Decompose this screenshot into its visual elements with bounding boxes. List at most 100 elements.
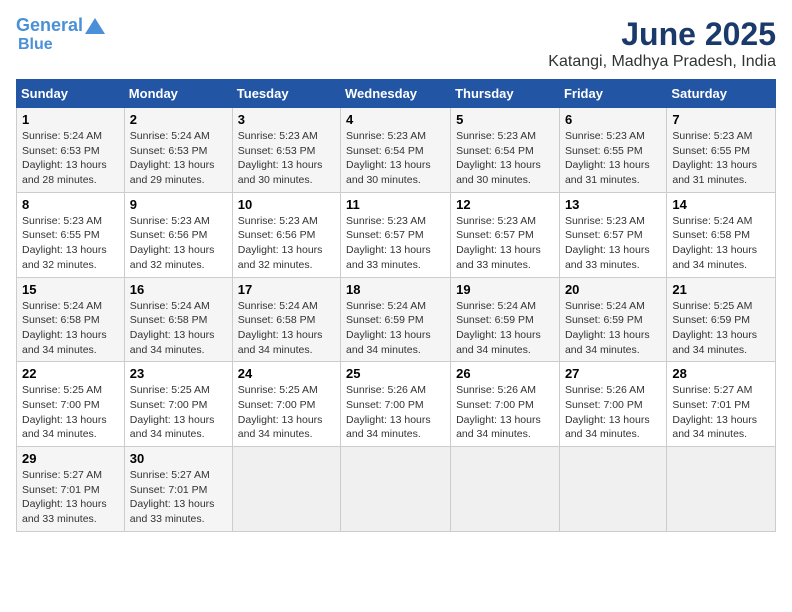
day-info: Sunrise: 5:24 AM Sunset: 6:59 PM Dayligh… xyxy=(565,299,661,358)
day-number: 5 xyxy=(456,112,554,127)
day-info: Sunrise: 5:23 AM Sunset: 6:55 PM Dayligh… xyxy=(565,129,661,188)
day-info: Sunrise: 5:24 AM Sunset: 6:58 PM Dayligh… xyxy=(130,299,227,358)
day-number: 21 xyxy=(672,282,770,297)
day-info: Sunrise: 5:23 AM Sunset: 6:57 PM Dayligh… xyxy=(456,214,554,273)
day-info: Sunrise: 5:25 AM Sunset: 7:00 PM Dayligh… xyxy=(238,383,335,442)
day-number: 18 xyxy=(346,282,445,297)
day-number: 30 xyxy=(130,451,227,466)
header-friday: Friday xyxy=(559,80,666,108)
calendar-cell: 26 Sunrise: 5:26 AM Sunset: 7:00 PM Dayli… xyxy=(451,362,560,447)
day-info: Sunrise: 5:27 AM Sunset: 7:01 PM Dayligh… xyxy=(22,468,119,527)
day-info: Sunrise: 5:26 AM Sunset: 7:00 PM Dayligh… xyxy=(456,383,554,442)
calendar-cell: 14Sunrise: 5:24 AM Sunset: 6:58 PM Dayli… xyxy=(667,192,776,277)
calendar-table: Sunday Monday Tuesday Wednesday Thursday… xyxy=(16,79,776,532)
day-number: 19 xyxy=(456,282,554,297)
calendar-cell: 4 Sunrise: 5:23 AM Sunset: 6:54 PM Daylig… xyxy=(341,108,451,193)
day-number: 15 xyxy=(22,282,119,297)
day-info: Sunrise: 5:25 AM Sunset: 6:59 PM Dayligh… xyxy=(672,299,770,358)
title-area: June 2025 Katangi, Madhya Pradesh, India xyxy=(548,16,776,71)
calendar-cell: 7 Sunrise: 5:23 AM Sunset: 6:55 PM Daylig… xyxy=(667,108,776,193)
calendar-cell: 27 Sunrise: 5:26 AM Sunset: 7:00 PM Dayli… xyxy=(559,362,666,447)
day-number: 14 xyxy=(672,197,770,212)
calendar-week-4: 22 Sunrise: 5:25 AM Sunset: 7:00 PM Dayli… xyxy=(17,362,776,447)
calendar-cell: 15 Sunrise: 5:24 AM Sunset: 6:58 PM Dayli… xyxy=(17,277,125,362)
calendar-week-5: 29 Sunrise: 5:27 AM Sunset: 7:01 PM Dayli… xyxy=(17,447,776,532)
day-number: 1 xyxy=(22,112,119,127)
day-info: Sunrise: 5:23 AM Sunset: 6:56 PM Dayligh… xyxy=(130,214,227,273)
calendar-cell xyxy=(559,447,666,532)
calendar-cell: 25 Sunrise: 5:26 AM Sunset: 7:00 PM Dayli… xyxy=(341,362,451,447)
day-number: 7 xyxy=(672,112,770,127)
day-info: Sunrise: 5:23 AM Sunset: 6:54 PM Dayligh… xyxy=(456,129,554,188)
day-number: 4 xyxy=(346,112,445,127)
day-info: Sunrise: 5:23 AM Sunset: 6:57 PM Dayligh… xyxy=(565,214,661,273)
calendar-cell: 28 Sunrise: 5:27 AM Sunset: 7:01 PM Dayli… xyxy=(667,362,776,447)
calendar-cell xyxy=(451,447,560,532)
calendar-cell: 8 Sunrise: 5:23 AM Sunset: 6:55 PM Daylig… xyxy=(17,192,125,277)
calendar-cell: 11Sunrise: 5:23 AM Sunset: 6:57 PM Dayli… xyxy=(341,192,451,277)
day-info: Sunrise: 5:26 AM Sunset: 7:00 PM Dayligh… xyxy=(565,383,661,442)
day-number: 22 xyxy=(22,366,119,381)
day-info: Sunrise: 5:24 AM Sunset: 6:58 PM Dayligh… xyxy=(22,299,119,358)
calendar-cell: 2 Sunrise: 5:24 AM Sunset: 6:53 PM Daylig… xyxy=(124,108,232,193)
calendar-cell: 12 Sunrise: 5:23 AM Sunset: 6:57 PM Dayli… xyxy=(451,192,560,277)
day-number: 27 xyxy=(565,366,661,381)
header-wednesday: Wednesday xyxy=(341,80,451,108)
day-info: Sunrise: 5:27 AM Sunset: 7:01 PM Dayligh… xyxy=(130,468,227,527)
day-info: Sunrise: 5:25 AM Sunset: 7:00 PM Dayligh… xyxy=(130,383,227,442)
day-number: 12 xyxy=(456,197,554,212)
calendar-cell: 21 Sunrise: 5:25 AM Sunset: 6:59 PM Dayli… xyxy=(667,277,776,362)
calendar-cell: 5 Sunrise: 5:23 AM Sunset: 6:54 PM Daylig… xyxy=(451,108,560,193)
day-info: Sunrise: 5:23 AM Sunset: 6:54 PM Dayligh… xyxy=(346,129,445,188)
day-number: 20 xyxy=(565,282,661,297)
day-info: Sunrise: 5:23 AM Sunset: 6:55 PM Dayligh… xyxy=(22,214,119,273)
logo-subtext: Blue xyxy=(16,36,53,54)
day-info: Sunrise: 5:24 AM Sunset: 6:53 PM Dayligh… xyxy=(130,129,227,188)
day-number: 25 xyxy=(346,366,445,381)
calendar-cell: 20 Sunrise: 5:24 AM Sunset: 6:59 PM Dayli… xyxy=(559,277,666,362)
calendar-cell xyxy=(667,447,776,532)
day-number: 8 xyxy=(22,197,119,212)
day-number: 3 xyxy=(238,112,335,127)
calendar-cell: 3 Sunrise: 5:23 AM Sunset: 6:53 PM Daylig… xyxy=(232,108,340,193)
calendar-cell: 17Sunrise: 5:24 AM Sunset: 6:58 PM Dayli… xyxy=(232,277,340,362)
calendar-cell: 16 Sunrise: 5:24 AM Sunset: 6:58 PM Dayli… xyxy=(124,277,232,362)
day-number: 13 xyxy=(565,197,661,212)
day-number: 6 xyxy=(565,112,661,127)
calendar-cell: 10 Sunrise: 5:23 AM Sunset: 6:56 PM Dayli… xyxy=(232,192,340,277)
page-header: General Blue June 2025 Katangi, Madhya P… xyxy=(16,16,776,71)
header-row: Sunday Monday Tuesday Wednesday Thursday… xyxy=(17,80,776,108)
day-info: Sunrise: 5:27 AM Sunset: 7:01 PM Dayligh… xyxy=(672,383,770,442)
day-info: Sunrise: 5:23 AM Sunset: 6:55 PM Dayligh… xyxy=(672,129,770,188)
calendar-cell: 30 Sunrise: 5:27 AM Sunset: 7:01 PM Dayli… xyxy=(124,447,232,532)
calendar-cell: 19Sunrise: 5:24 AM Sunset: 6:59 PM Dayli… xyxy=(451,277,560,362)
calendar-cell xyxy=(341,447,451,532)
header-thursday: Thursday xyxy=(451,80,560,108)
calendar-cell: 18 Sunrise: 5:24 AM Sunset: 6:59 PM Dayli… xyxy=(341,277,451,362)
day-number: 24 xyxy=(238,366,335,381)
day-info: Sunrise: 5:24 AM Sunset: 6:59 PM Dayligh… xyxy=(346,299,445,358)
calendar-cell: 6 Sunrise: 5:23 AM Sunset: 6:55 PM Daylig… xyxy=(559,108,666,193)
day-number: 26 xyxy=(456,366,554,381)
day-info: Sunrise: 5:24 AM Sunset: 6:53 PM Dayligh… xyxy=(22,129,119,188)
day-info: Sunrise: 5:26 AM Sunset: 7:00 PM Dayligh… xyxy=(346,383,445,442)
day-number: 2 xyxy=(130,112,227,127)
day-number: 16 xyxy=(130,282,227,297)
day-number: 23 xyxy=(130,366,227,381)
day-number: 10 xyxy=(238,197,335,212)
day-info: Sunrise: 5:23 AM Sunset: 6:53 PM Dayligh… xyxy=(238,129,335,188)
calendar-cell: 29 Sunrise: 5:27 AM Sunset: 7:01 PM Dayli… xyxy=(17,447,125,532)
calendar-cell: 23 Sunrise: 5:25 AM Sunset: 7:00 PM Dayli… xyxy=(124,362,232,447)
calendar-cell: 22Sunrise: 5:25 AM Sunset: 7:00 PM Dayli… xyxy=(17,362,125,447)
calendar-week-1: 1 Sunrise: 5:24 AM Sunset: 6:53 PM Daylig… xyxy=(17,108,776,193)
calendar-subtitle: Katangi, Madhya Pradesh, India xyxy=(548,53,776,71)
day-number: 28 xyxy=(672,366,770,381)
logo: General Blue xyxy=(16,16,105,53)
day-info: Sunrise: 5:23 AM Sunset: 6:56 PM Dayligh… xyxy=(238,214,335,273)
calendar-title: June 2025 xyxy=(548,16,776,53)
header-tuesday: Tuesday xyxy=(232,80,340,108)
day-number: 29 xyxy=(22,451,119,466)
header-monday: Monday xyxy=(124,80,232,108)
calendar-cell xyxy=(232,447,340,532)
header-sunday: Sunday xyxy=(17,80,125,108)
